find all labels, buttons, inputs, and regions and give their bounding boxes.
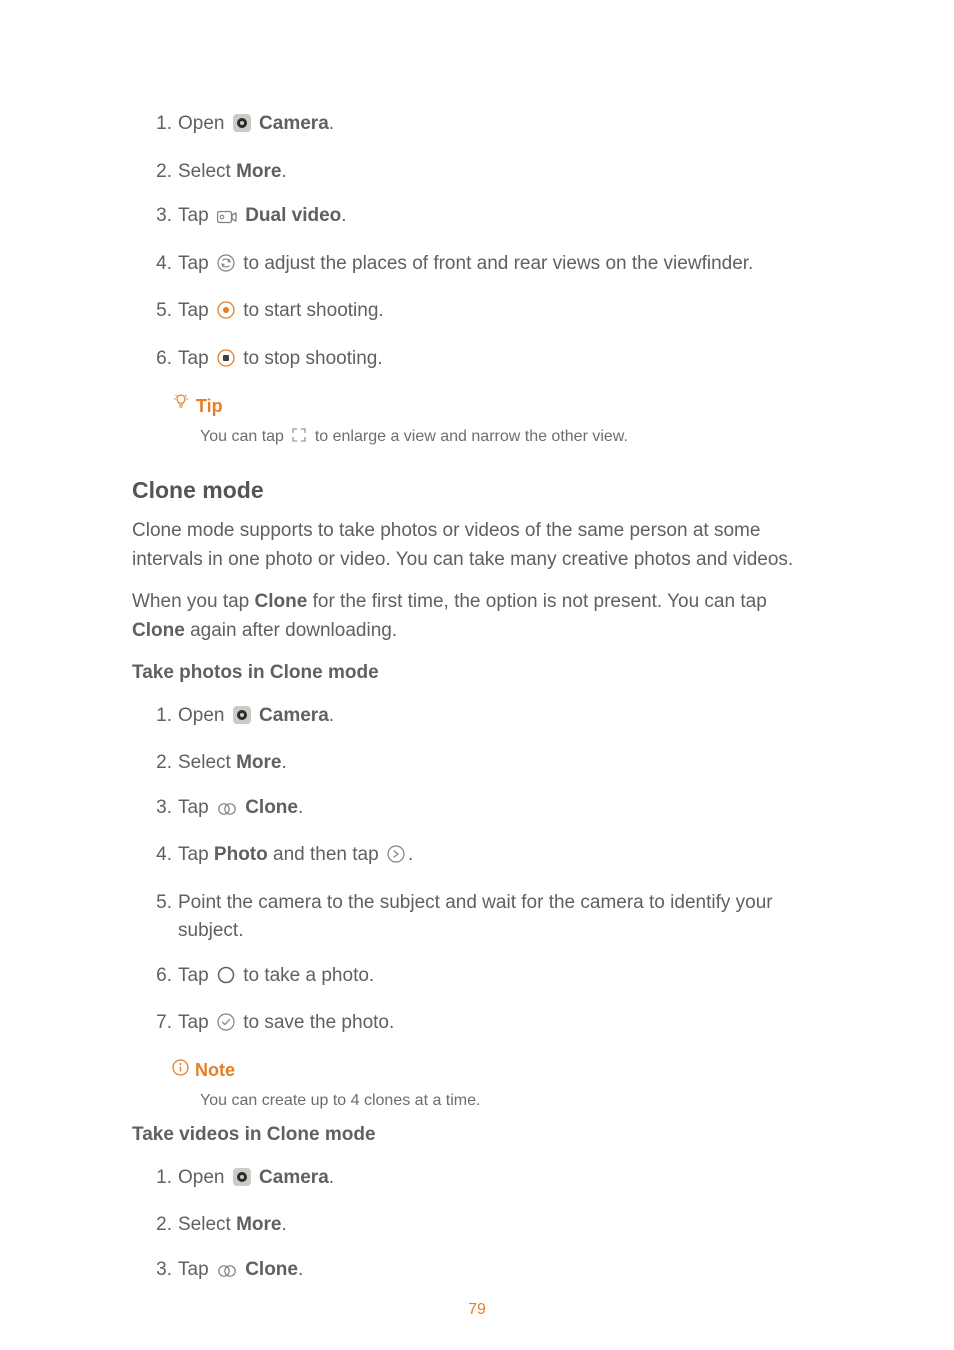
more-label: More	[236, 161, 281, 182]
step-text: Open	[178, 113, 224, 134]
dual-video-steps: 1. Open Camera. 2. Select More. 3. Tap	[132, 110, 822, 376]
expand-view-icon	[291, 427, 307, 451]
step-6: 6. Tap to take a photo.	[150, 962, 822, 994]
step-7: 7. Tap to save the photo.	[150, 1009, 822, 1041]
info-icon	[172, 1057, 189, 1086]
step-text: Tap	[178, 253, 209, 274]
step-5: 5. Point the camera to the subject and w…	[150, 889, 822, 946]
confirm-icon	[217, 1012, 235, 1041]
note-label: Note	[195, 1057, 235, 1084]
clone-label: Clone	[132, 620, 185, 641]
dual-video-label: Dual video	[245, 205, 341, 226]
step-4: 4. Tap Photo and then tap .	[150, 841, 822, 873]
step-5: 5. Tap to start shooting.	[150, 297, 822, 329]
clone-icon	[217, 797, 237, 826]
clone-para-2: When you tap Clone for the first time, t…	[132, 588, 822, 645]
tip-head: Tip	[172, 392, 822, 421]
note-callout: Note You can create up to 4 clones at a …	[172, 1057, 822, 1114]
step-text: to adjust the places of front and rear v…	[243, 253, 753, 274]
dual-video-icon	[217, 205, 237, 234]
camera-label: Camera	[259, 1167, 329, 1188]
next-icon	[387, 844, 405, 873]
camera-label: Camera	[259, 113, 329, 134]
step-text: Tap	[178, 348, 209, 369]
note-body: You can create up to 4 clones at a time.	[200, 1089, 822, 1113]
step-2: 2. Select More.	[150, 158, 822, 187]
take-videos-heading: Take videos in Clone mode	[132, 1121, 822, 1150]
swap-views-icon	[217, 253, 235, 282]
camera-app-icon	[233, 113, 251, 142]
step-2: 2. Select More.	[150, 749, 822, 778]
step-text: Select	[178, 161, 231, 182]
step-3: 3. Tap Clone.	[150, 1256, 822, 1288]
step-3: 3. Tap Dual video.	[150, 202, 822, 234]
take-photos-heading: Take photos in Clone mode	[132, 659, 822, 688]
tip-body: You can tap to enlarge a view and narrow…	[200, 425, 822, 451]
clone-para-1: Clone mode supports to take photos or vi…	[132, 517, 822, 574]
step-3: 3. Tap Clone.	[150, 794, 822, 826]
page-number: 79	[0, 1298, 954, 1322]
step-4: 4. Tap to adjust the places of front and…	[150, 250, 822, 282]
more-label: More	[236, 1214, 281, 1235]
step-text: Tap	[178, 300, 209, 321]
photo-label: Photo	[214, 844, 268, 865]
clone-photo-steps: 1. Open Camera. 2. Select More. 3. Tap	[132, 702, 822, 1041]
clone-video-steps: 1. Open Camera. 2. Select More. 3. Tap	[132, 1164, 822, 1288]
clone-label: Clone	[245, 1259, 298, 1280]
clone-icon	[217, 1259, 237, 1288]
more-label: More	[236, 752, 281, 773]
clone-label: Clone	[245, 797, 298, 818]
step-2: 2. Select More.	[150, 1211, 822, 1240]
step-1: 1. Open Camera.	[150, 702, 822, 734]
step-1: 1. Open Camera.	[150, 1164, 822, 1196]
tip-callout: Tip You can tap to enlarge a view and na…	[172, 392, 822, 451]
camera-label: Camera	[259, 705, 329, 726]
clone-mode-heading: Clone mode	[132, 473, 822, 508]
clone-label: Clone	[255, 591, 308, 612]
camera-app-icon	[233, 1167, 251, 1196]
step-text: to start shooting.	[243, 300, 383, 321]
step-text: Tap	[178, 205, 209, 226]
camera-app-icon	[233, 705, 251, 734]
record-stop-icon	[217, 348, 235, 377]
step-6: 6. Tap to stop shooting.	[150, 345, 822, 377]
shutter-icon	[217, 965, 235, 994]
note-head: Note	[172, 1057, 822, 1086]
tip-label: Tip	[196, 393, 223, 420]
step-1: 1. Open Camera.	[150, 110, 822, 142]
lightbulb-icon	[172, 392, 190, 421]
record-start-icon	[217, 300, 235, 329]
step-text: to stop shooting.	[243, 348, 382, 369]
